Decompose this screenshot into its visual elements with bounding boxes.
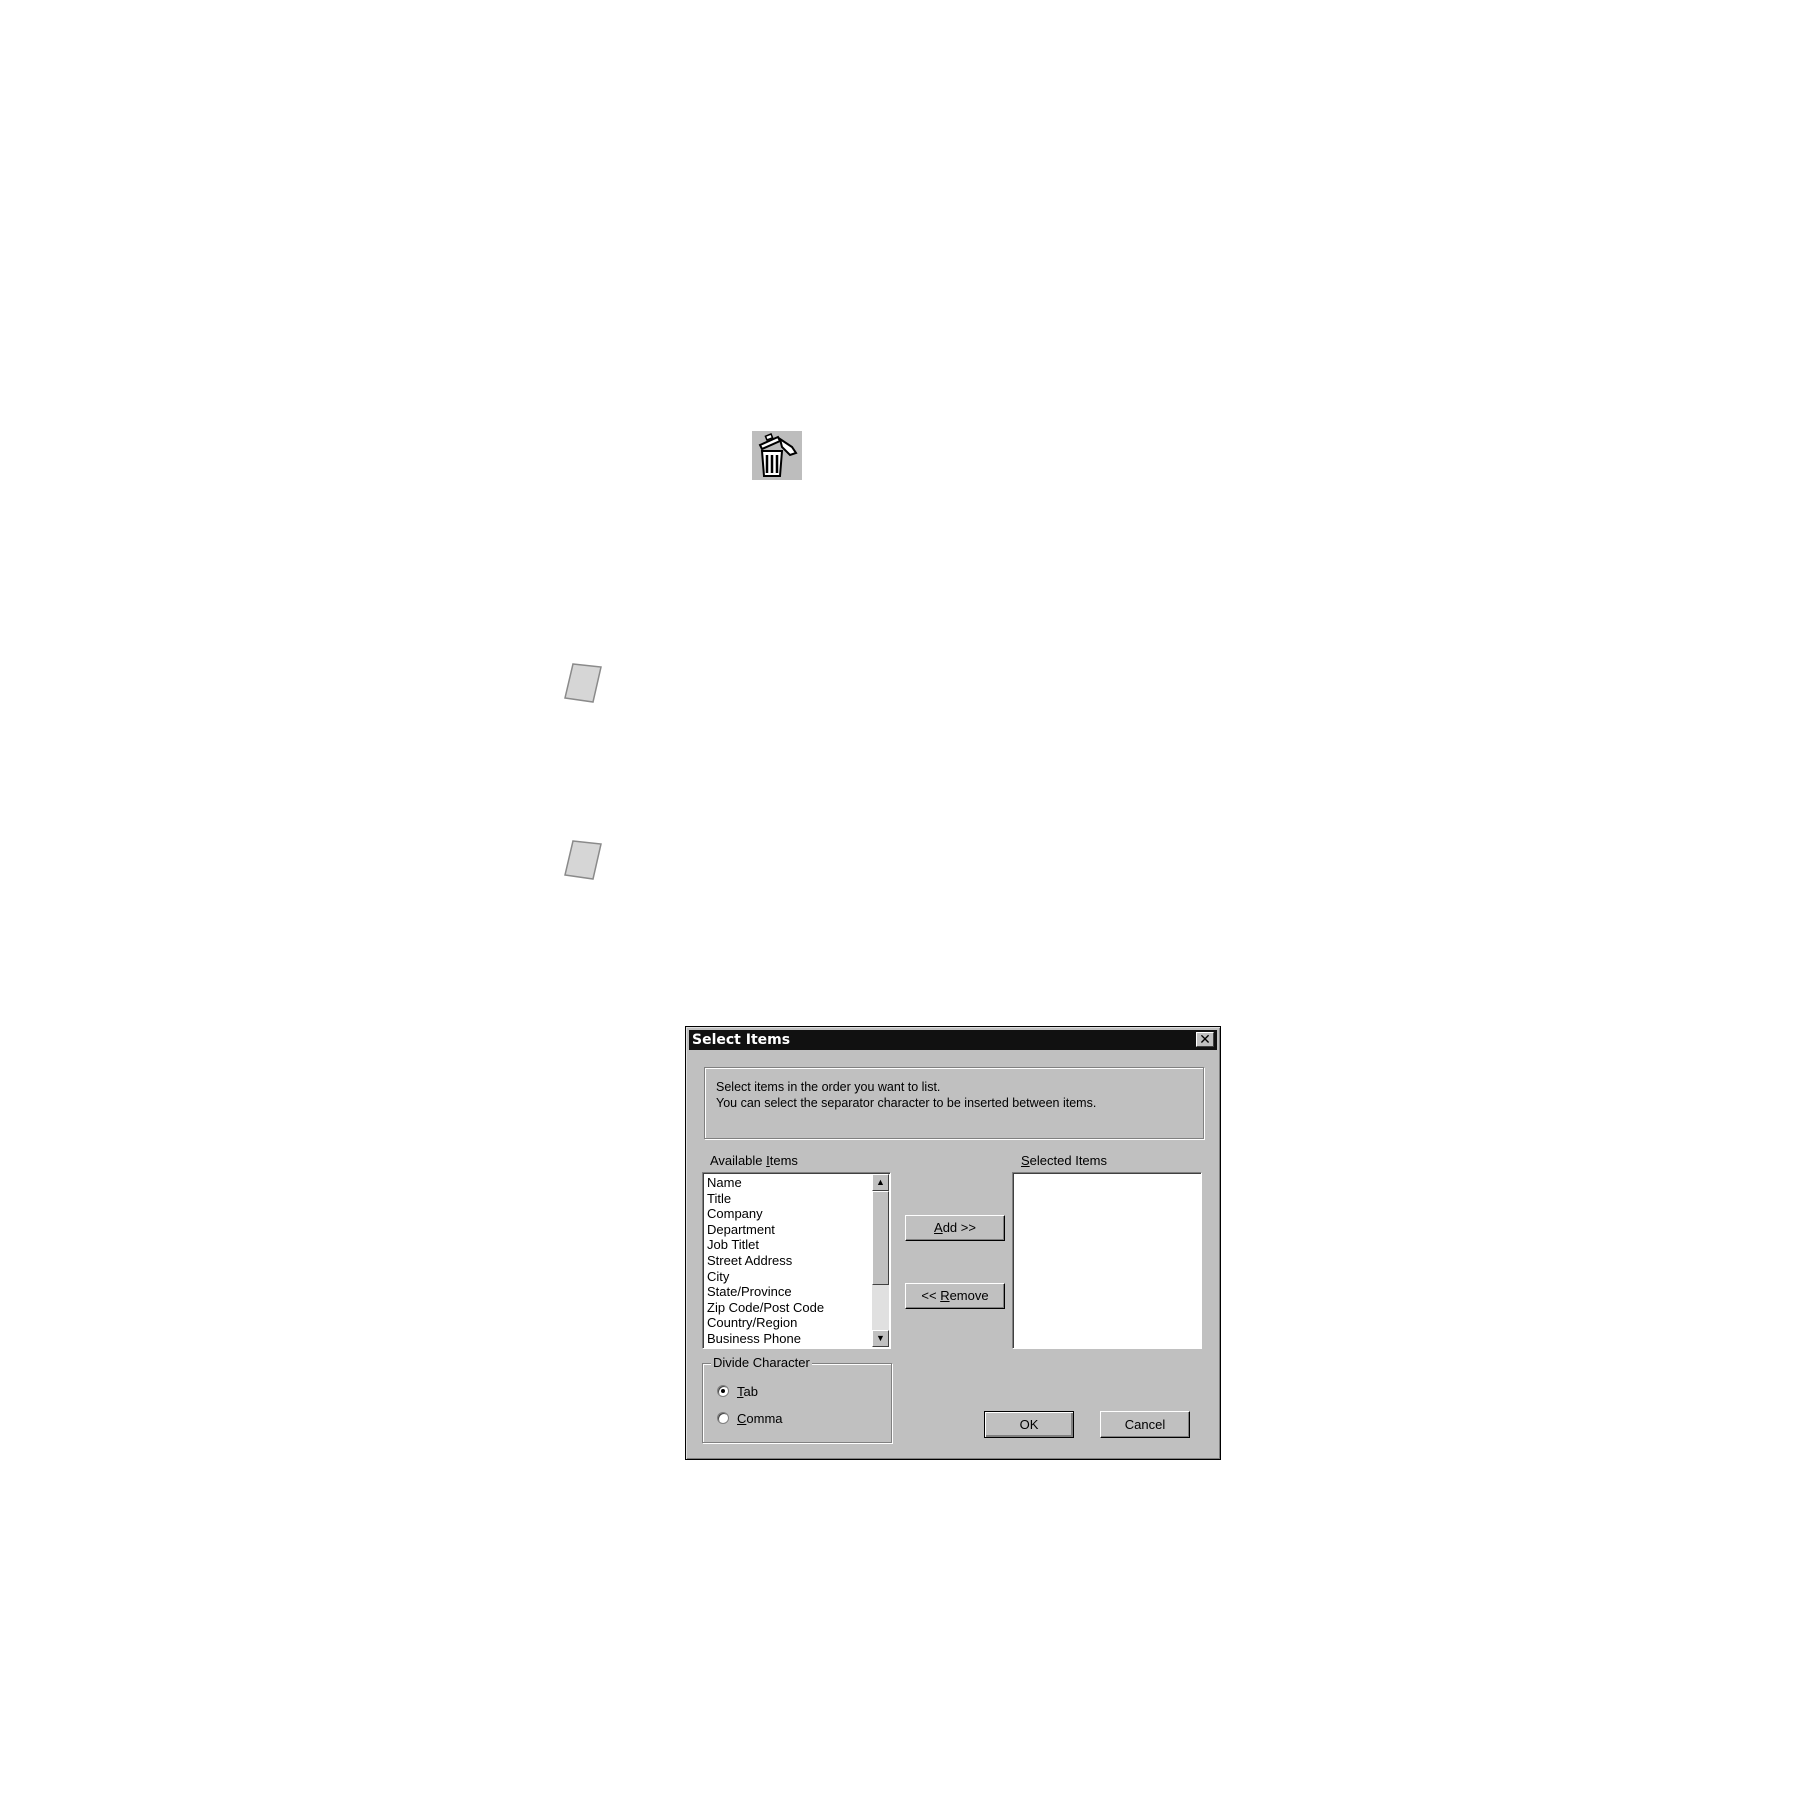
divide-character-legend: Divide Character (711, 1355, 812, 1370)
instructions-line-1: Select items in the order you want to li… (716, 1080, 941, 1094)
note-paper-icon (563, 662, 603, 704)
tab-radio[interactable] (717, 1385, 729, 1397)
list-item[interactable]: Title (707, 1191, 890, 1207)
close-button[interactable]: ✕ (1196, 1032, 1214, 1047)
scroll-down-button[interactable]: ▼ (872, 1330, 889, 1347)
list-item[interactable]: Name (707, 1175, 890, 1191)
available-items-scrollbar[interactable]: ▲ ▼ (872, 1174, 889, 1347)
list-item[interactable]: State/Province (707, 1284, 890, 1300)
close-icon: ✕ (1199, 1032, 1211, 1048)
arrow-down-icon: ▼ (876, 1333, 885, 1343)
list-item[interactable]: City (707, 1269, 890, 1285)
list-item[interactable]: Street Address (707, 1253, 890, 1269)
instructions-line-2: You can select the separator character t… (716, 1096, 1097, 1110)
remove-button[interactable]: << Remove (905, 1283, 1005, 1309)
cancel-button[interactable]: Cancel (1100, 1411, 1190, 1438)
list-item[interactable]: Zip Code/Post Code (707, 1300, 890, 1316)
tab-radio-label: Tab (737, 1384, 758, 1399)
arrow-up-icon: ▲ (876, 1177, 885, 1187)
selected-items-label: Selected Items (1021, 1153, 1107, 1168)
trash-can-icon (752, 431, 802, 480)
comma-radio[interactable] (717, 1412, 729, 1424)
comma-radio-label: Comma (737, 1411, 783, 1426)
dialog-titlebar[interactable]: Select Items ✕ (689, 1030, 1217, 1050)
list-item[interactable]: Department (707, 1222, 890, 1238)
available-items-list[interactable]: Name Title Company Department Job Titlet Stre… (702, 1172, 891, 1349)
instructions-panel: Select items in the order you want to li… (704, 1067, 1204, 1139)
divide-character-group: Divide Character Tab Comma (702, 1355, 892, 1443)
list-item[interactable]: Job Titlet (707, 1237, 890, 1253)
dialog-title: Select Items (692, 1032, 791, 1048)
list-item[interactable]: Company (707, 1206, 890, 1222)
scroll-up-button[interactable]: ▲ (872, 1174, 889, 1191)
scroll-thumb[interactable] (872, 1191, 889, 1285)
available-items-label: Available Items (710, 1153, 798, 1168)
list-item[interactable]: Business Phone (707, 1331, 890, 1347)
add-button[interactable]: Add >> (905, 1215, 1005, 1241)
list-item[interactable]: Country/Region (707, 1315, 890, 1331)
select-items-dialog: Select Items ✕ Select items in the order… (685, 1026, 1221, 1460)
note-paper-icon (563, 839, 603, 881)
selected-items-list[interactable] (1012, 1172, 1202, 1349)
ok-button[interactable]: OK (984, 1411, 1074, 1438)
